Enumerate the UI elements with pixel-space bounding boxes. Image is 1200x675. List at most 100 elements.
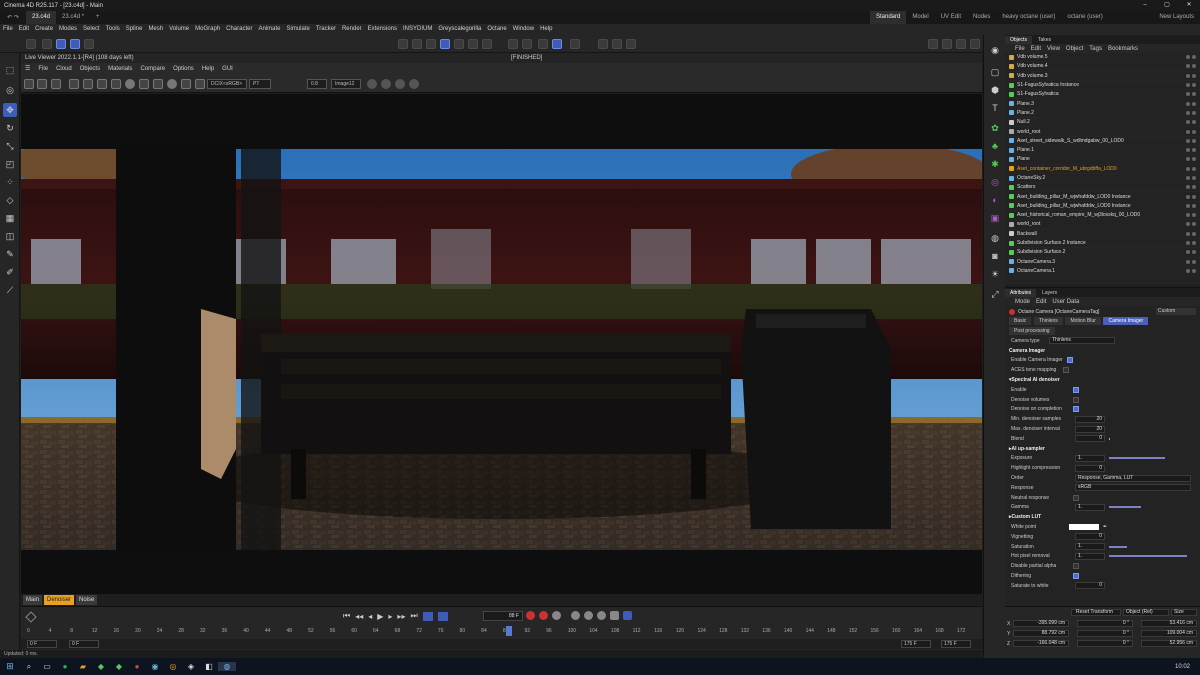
live-viewer-menu-item[interactable]: File [34,63,52,75]
visibility-dots[interactable] [1186,222,1196,227]
exposure-field[interactable]: 1. [1075,454,1105,462]
editor-visibility-icon[interactable] [1186,83,1190,88]
denoise-volumes-checkbox[interactable] [1073,396,1079,403]
render-view-button[interactable] [398,39,408,49]
editor-visibility-icon[interactable] [1186,148,1190,153]
visibility-dots[interactable] [1186,231,1196,236]
editor-visibility-icon[interactable] [1186,55,1190,60]
layout-tab[interactable]: octane (user) [1061,11,1108,24]
axis-y-button[interactable] [84,39,94,49]
preview-start-field[interactable]: 0 F [69,640,99,648]
visibility-dots[interactable] [1186,157,1196,162]
objects-menu-item[interactable]: Edit [1031,46,1041,52]
light-button[interactable] [612,39,622,49]
editor-visibility-icon[interactable] [1186,194,1190,199]
object-row[interactable]: Plane.1 [1005,146,1200,156]
menu-item[interactable]: Animate [255,24,283,35]
objects-menu-item[interactable]: Tags [1089,46,1102,52]
effector-icon[interactable]: ✱ [988,157,1002,171]
export-icon[interactable] [409,79,419,89]
render-visibility-icon[interactable] [1192,231,1196,236]
snapshot-icon[interactable] [381,79,391,89]
app-icon[interactable]: ● [128,662,146,671]
undo-icon[interactable]: ↶ ↷ [0,14,26,21]
editor-visibility-icon[interactable] [1186,176,1190,180]
editor-visibility-icon[interactable] [1186,241,1190,246]
object-row[interactable]: OctaneCamera.3 [1005,258,1200,267]
editor-visibility-icon[interactable] [1186,222,1190,227]
image-select[interactable]: Image12 [331,79,361,89]
visibility-dots[interactable] [1186,148,1196,153]
editor-visibility-icon[interactable] [1186,231,1190,236]
colorspace-select[interactable]: DCIX<sRGB> [207,79,247,89]
eyedropper-icon[interactable]: ✒ [1103,524,1107,530]
camera-type-select[interactable]: Thinlens [1049,337,1115,345]
visibility-dots[interactable] [1186,110,1196,115]
gamma-field[interactable]: 1. [1075,503,1105,511]
info-icon[interactable] [167,79,177,89]
rot-z-field[interactable]: 0 ° [1077,640,1133,647]
render-visibility-icon[interactable] [1192,83,1196,88]
cube-button[interactable] [440,39,450,49]
workplane-button[interactable] [552,39,562,49]
generator-icon[interactable]: ✿ [988,121,1002,135]
disable-alpha-checkbox[interactable] [1073,563,1079,570]
pos-z-field[interactable]: -166.048 cm [1013,640,1069,647]
knife-tool-icon[interactable]: ⟋ [3,283,17,297]
transform-tool-icon[interactable]: ◰ [3,157,17,171]
task-view-icon[interactable]: ▭ [38,662,56,671]
light-icon[interactable]: ☀ [988,267,1002,281]
object-row[interactable]: Plane [1005,155,1200,165]
vignetting-field[interactable]: 0 [1075,533,1105,541]
text-icon[interactable]: T [988,101,1002,115]
order-select[interactable]: Response, Gamma, LUT [1075,474,1191,482]
tab-camera-imager[interactable]: Camera Imager [1103,317,1149,325]
chrome-icon[interactable]: ◎ [164,662,182,671]
menu-item[interactable]: File [0,24,16,35]
editor-visibility-icon[interactable] [1186,259,1190,264]
object-row[interactable]: OctaneCamera.1 [1005,267,1200,277]
layers-tab[interactable]: Layers [1037,289,1062,297]
tab-thinlens[interactable]: Thinlens [1033,317,1063,325]
object-row[interactable]: Aset_street_sidewalk_S_wdlmdgabw_00_LOD0 [1005,137,1200,146]
max-interval-field[interactable]: 20 [1075,425,1105,433]
visibility-dots[interactable] [1186,101,1196,106]
select-tool-icon[interactable]: ⬚ [3,63,17,77]
attributes-tab[interactable]: Attributes [1005,288,1037,297]
objects-menu-item[interactable]: Object [1066,46,1083,52]
maximize-icon[interactable]: ▢ [1156,0,1178,11]
cloner-icon[interactable]: ♣ [988,139,1002,153]
live-viewer-menu-item[interactable]: Options [169,63,198,75]
render-visibility-icon[interactable] [1192,222,1196,227]
visibility-dots[interactable] [1186,166,1196,171]
render-picture-button[interactable] [412,39,422,49]
live-viewer-menu-item[interactable]: Cloud [52,63,76,75]
render-visibility-icon[interactable] [1192,92,1196,97]
objects-menu-item[interactable]: File [1015,46,1025,52]
menu-item[interactable]: INSYDIUM [400,24,435,35]
denoise-completion-checkbox[interactable] [1073,406,1079,413]
render-viewport[interactable] [21,94,982,594]
object-row[interactable]: world_root [1005,220,1200,230]
render-visibility-icon[interactable] [1192,110,1196,115]
render-visibility-icon[interactable] [1192,73,1196,78]
visibility-dots[interactable] [1186,73,1196,78]
minimize-icon[interactable]: – [1134,0,1156,11]
editor-visibility-icon[interactable] [1186,250,1190,255]
menu-item[interactable]: Select [80,24,103,35]
octane-camera-button[interactable] [956,39,966,49]
close-icon[interactable]: ✕ [1178,0,1200,11]
live-viewer-menu-item[interactable]: Help [198,63,218,75]
objects-menu-item[interactable]: Bookmarks [1108,46,1138,52]
camera-button[interactable] [598,39,608,49]
min-samples-field[interactable]: 20 [1075,415,1105,423]
editor-visibility-icon[interactable] [1186,92,1190,97]
lock-button[interactable] [570,39,580,49]
render-visibility-icon[interactable] [1192,194,1196,199]
viewer-tab-denoiser[interactable]: Denoiser [44,595,75,605]
enable-checkbox[interactable] [1073,386,1079,393]
move-button[interactable] [42,39,52,49]
pos-y-field[interactable]: 88.792 cm [1013,630,1069,637]
layout-tab[interactable]: heavy octane (user) [996,11,1061,24]
menu-item[interactable]: Edit [16,24,32,35]
